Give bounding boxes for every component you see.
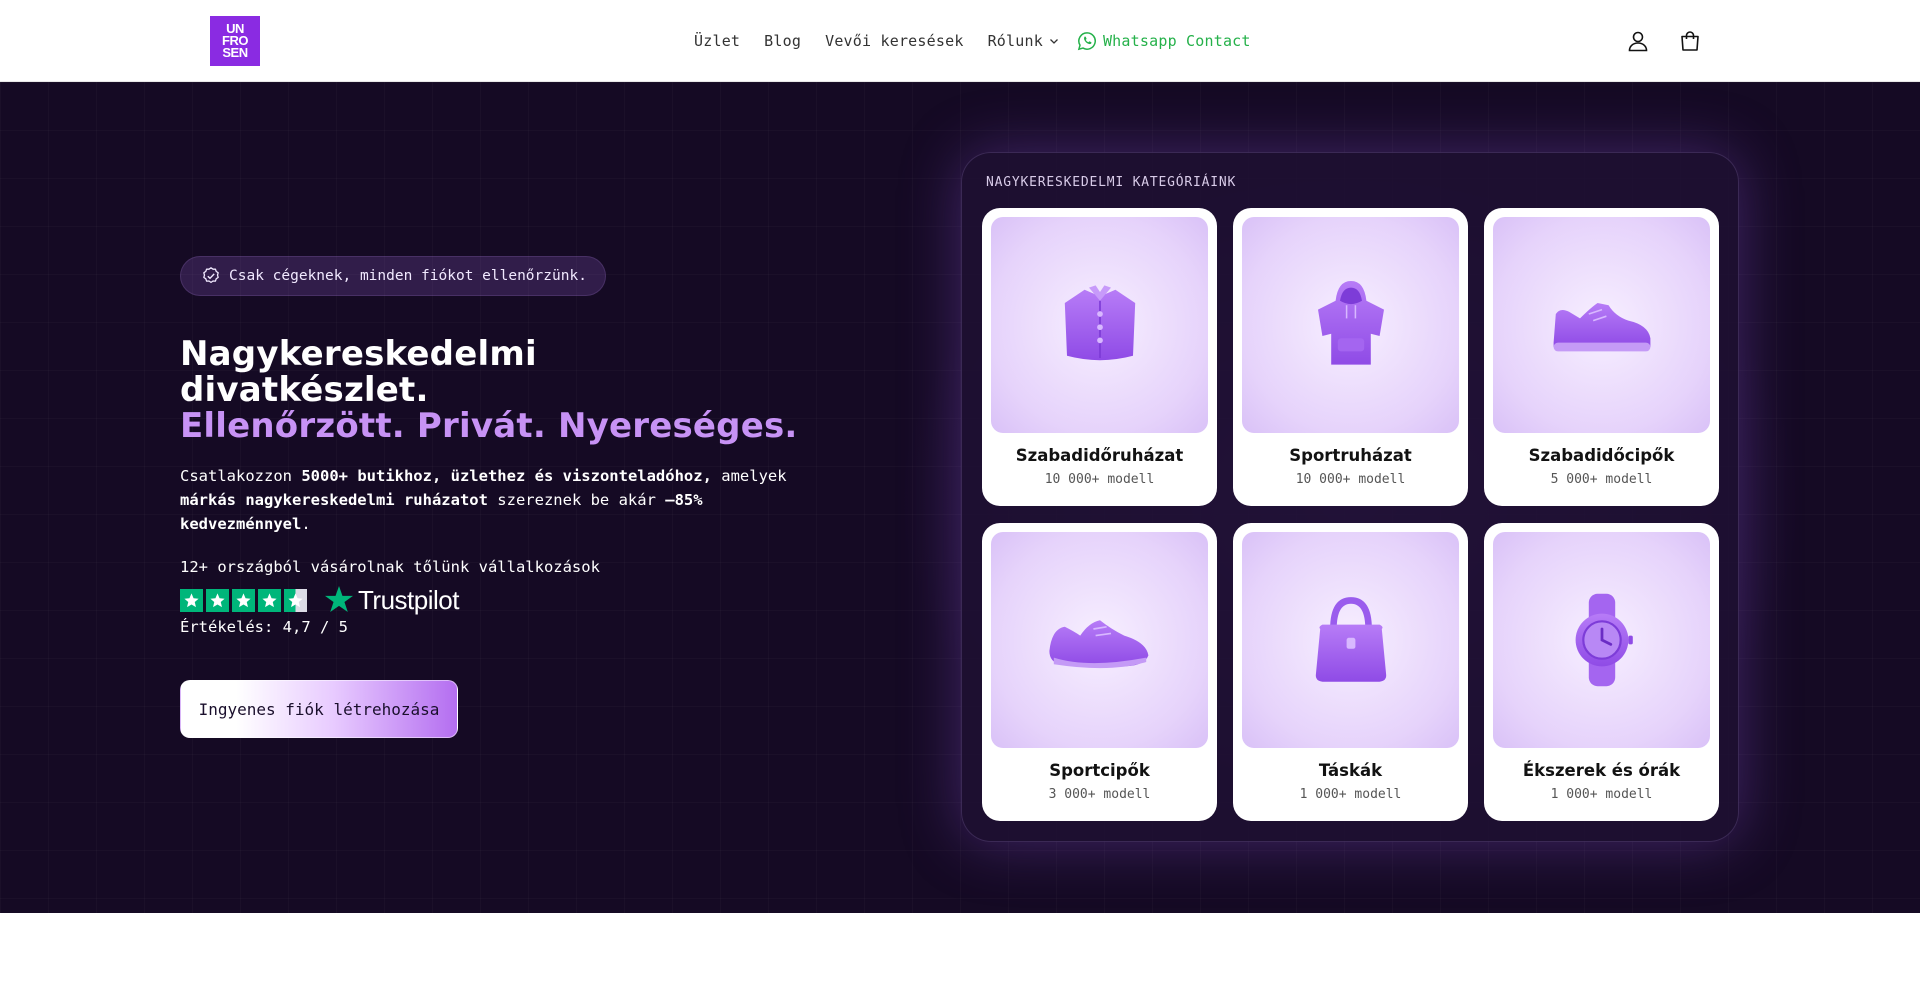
hero-intro: Csatlakozzon 5000+ butikhoz, üzlethez és… xyxy=(180,464,800,536)
headline-accent: Ellenőrzött. Privát. Nyereséges. xyxy=(180,406,798,446)
category-count: 5 000+ modell xyxy=(1550,472,1653,487)
category-image xyxy=(1493,532,1710,748)
nav-item-about[interactable]: Rólunk xyxy=(976,32,1071,50)
trustpilot-label: Trustpilot xyxy=(358,584,459,615)
category-count: 10 000+ modell xyxy=(1044,472,1155,487)
account-icon xyxy=(1628,31,1648,52)
chevron-down-icon xyxy=(1049,39,1058,44)
main-nav: Üzlet Blog Vevői keresések Rólunk Whatsa… xyxy=(682,0,1263,82)
site-header: UN FRO SEN Üzlet Blog Vevői keresések Ró… xyxy=(0,0,1920,82)
intro-text: Csatlakozzon xyxy=(180,467,302,485)
hero-headline: Nagykereskedelmi divatkészlet. Ellenőrzö… xyxy=(180,336,798,444)
category-name: Ékszerek és órák xyxy=(1522,761,1681,780)
intro-text: . xyxy=(301,515,311,533)
category-image xyxy=(1493,217,1710,433)
sneaker-icon xyxy=(1048,620,1148,669)
category-card-jewelry-watches[interactable]: Ékszerek és órák 1 000+ modell xyxy=(1484,523,1719,821)
headline-line-2: divatkészlet. xyxy=(180,370,429,410)
trustpilot-logo: Trustpilot xyxy=(323,584,459,616)
nav-item-about-label: Rólunk xyxy=(987,32,1043,50)
whatsapp-icon xyxy=(1077,32,1096,51)
star-icon xyxy=(258,588,281,612)
watch-icon xyxy=(1575,593,1633,687)
casual-shoe-icon xyxy=(1553,303,1650,352)
intro-bold: márkás nagykereskedelmi ruházatot xyxy=(180,491,488,509)
category-card-sportswear[interactable]: Sportruházat 10 000+ modell xyxy=(1233,208,1468,506)
wholesale-categories-panel: NAGYKERESKEDELMI KATEGÓRIÁINK Szabadidőr… xyxy=(961,152,1739,842)
half-star-icon xyxy=(284,588,307,612)
category-count: 1 000+ modell xyxy=(1550,787,1653,802)
category-count: 10 000+ modell xyxy=(1295,472,1406,487)
whatsapp-contact-link[interactable]: Whatsapp Contact xyxy=(1071,31,1263,51)
nav-item-blog[interactable]: Blog xyxy=(752,32,813,50)
trustpilot-star-icon xyxy=(325,586,353,612)
categories-title: NAGYKERESKEDELMI KATEGÓRIÁINK xyxy=(986,175,1237,190)
shirt-icon xyxy=(1064,285,1135,361)
category-count: 1 000+ modell xyxy=(1299,787,1402,802)
verified-check-icon xyxy=(203,267,219,284)
headline-line-1: Nagykereskedelmi xyxy=(180,334,537,374)
hoodie-icon xyxy=(1317,281,1384,365)
trustpilot-stars xyxy=(180,588,307,612)
whatsapp-label: Whatsapp Contact xyxy=(1102,32,1251,50)
category-name: Sportcipők xyxy=(1049,761,1150,780)
category-name: Szabadidőcipők xyxy=(1528,446,1675,465)
header-actions xyxy=(1622,25,1706,57)
trustpilot-widget[interactable]: Trustpilot xyxy=(180,584,459,616)
category-card-bags[interactable]: Táskák 1 000+ modell xyxy=(1233,523,1468,821)
category-image xyxy=(1242,532,1459,748)
intro-text: szereznek be akár xyxy=(487,491,666,509)
nav-item-shop[interactable]: Üzlet xyxy=(682,32,752,50)
logo-line: SEN xyxy=(222,45,248,60)
category-card-sport-shoes[interactable]: Sportcipők 3 000+ modell xyxy=(982,523,1217,821)
account-button[interactable] xyxy=(1622,25,1654,57)
nav-item-buyer-requests[interactable]: Vevői keresések xyxy=(813,32,975,50)
category-name: Sportruházat xyxy=(1289,446,1412,465)
category-name: Szabadidőruházat xyxy=(1015,446,1184,465)
cart-icon xyxy=(1681,31,1699,51)
category-image xyxy=(991,532,1208,748)
intro-bold: 5000+ butikhoz, üzlethez és viszonteladó… xyxy=(301,467,712,485)
star-icon xyxy=(206,588,229,612)
bag-icon xyxy=(1315,597,1386,682)
rating-text: Értékelés: 4,7 / 5 xyxy=(180,618,348,636)
countries-text: 12+ országból vásárolnak tőlünk vállalko… xyxy=(180,558,600,576)
intro-text: amelyek xyxy=(711,467,787,485)
category-image xyxy=(1242,217,1459,433)
hero-section: Csak cégeknek, minden fiókot ellenőrzünk… xyxy=(0,82,1920,913)
cart-button[interactable] xyxy=(1674,25,1706,57)
badge-text: Csak cégeknek, minden fiókot ellenőrzünk… xyxy=(229,268,587,284)
create-free-account-button[interactable]: Ingyenes fiók létrehozása xyxy=(180,680,458,738)
star-icon xyxy=(180,588,203,612)
category-card-leisurewear[interactable]: Szabadidőruházat 10 000+ modell xyxy=(982,208,1217,506)
category-card-casual-shoes[interactable]: Szabadidőcipők 5 000+ modell xyxy=(1484,208,1719,506)
star-icon xyxy=(232,588,255,612)
business-only-badge: Csak cégeknek, minden fiókot ellenőrzünk… xyxy=(180,256,606,296)
brand-logo[interactable]: UN FRO SEN xyxy=(210,16,260,66)
category-name: Táskák xyxy=(1318,761,1383,780)
category-image xyxy=(991,217,1208,433)
category-count: 3 000+ modell xyxy=(1048,787,1151,802)
